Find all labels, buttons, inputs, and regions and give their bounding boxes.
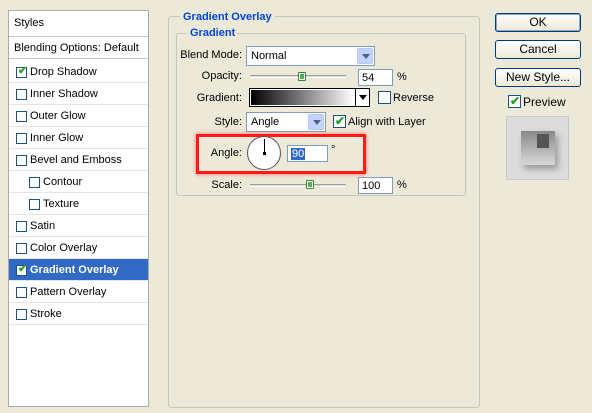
style-preview-thumbnail xyxy=(506,116,569,180)
style-item-label: Color Overlay xyxy=(30,242,98,254)
preview-checkbox[interactable]: ✔ xyxy=(508,94,521,108)
cancel-button[interactable]: Cancel xyxy=(495,40,581,59)
style-item-stroke[interactable]: Stroke xyxy=(9,303,148,325)
opacity-value: 54 xyxy=(362,72,375,84)
blending-options-item[interactable]: Blending Options: Default xyxy=(9,37,148,59)
angle-value: 90 xyxy=(291,148,306,160)
outer-glow-checkbox[interactable] xyxy=(16,111,27,122)
group-title: Gradient Overlay xyxy=(180,11,275,23)
blend-mode-value: Normal xyxy=(251,50,287,62)
style-item-label: Outer Glow xyxy=(30,110,86,122)
scale-slider[interactable] xyxy=(250,184,346,187)
gradient-overlay-checkbox[interactable]: ✔ xyxy=(16,263,28,276)
angle-hub xyxy=(263,152,266,155)
style-item-label: Texture xyxy=(43,198,80,210)
blend-mode-select[interactable]: Normal xyxy=(246,46,375,66)
styles-list-panel: Styles Blending Options: Default ✔ Drop … xyxy=(8,10,149,407)
align-with-layer-checkbox[interactable]: ✔ xyxy=(333,114,346,128)
stroke-checkbox[interactable] xyxy=(16,309,27,320)
satin-checkbox[interactable] xyxy=(16,221,27,232)
opacity-unit: % xyxy=(397,71,407,83)
style-item-gradient-overlay[interactable]: ✔ Gradient Overlay xyxy=(9,259,148,281)
scale-slider-thumb[interactable] xyxy=(306,180,315,189)
texture-checkbox[interactable] xyxy=(29,199,40,210)
angle-input[interactable]: 90 xyxy=(287,145,328,162)
color-overlay-checkbox[interactable] xyxy=(16,243,27,254)
style-item-contour[interactable]: Contour xyxy=(9,171,148,193)
opacity-input[interactable]: 54 xyxy=(358,69,393,86)
style-item-inner-glow[interactable]: Inner Glow xyxy=(9,127,148,149)
reverse-checkbox[interactable] xyxy=(378,91,391,104)
preview-label: Preview xyxy=(523,95,566,109)
style-item-color-overlay[interactable]: Color Overlay xyxy=(9,237,148,259)
checkmark-icon: ✔ xyxy=(510,94,521,108)
style-item-inner-shadow[interactable]: Inner Shadow xyxy=(9,83,148,105)
style-label: Style: xyxy=(214,116,242,128)
new-style-button[interactable]: New Style... xyxy=(495,68,581,87)
gradient-preview[interactable] xyxy=(251,90,354,105)
gradient-label: Gradient: xyxy=(196,92,242,104)
checkmark-icon: ✔ xyxy=(335,114,346,128)
style-value: Angle xyxy=(251,116,280,128)
checkmark-icon: ✔ xyxy=(18,65,28,77)
drop-shadow-checkbox[interactable]: ✔ xyxy=(16,65,28,78)
align-with-layer-label: Align with Layer xyxy=(348,116,426,128)
inner-glow-checkbox[interactable] xyxy=(16,133,27,144)
inner-shadow-checkbox[interactable] xyxy=(16,89,27,100)
style-item-pattern-overlay[interactable]: Pattern Overlay xyxy=(9,281,148,303)
scale-value: 100 xyxy=(362,180,381,192)
styles-header[interactable]: Styles xyxy=(9,11,148,37)
style-item-label: Pattern Overlay xyxy=(30,286,107,298)
style-item-label: Inner Shadow xyxy=(30,88,98,100)
angle-dial[interactable] xyxy=(247,136,281,170)
chevron-down-icon[interactable] xyxy=(355,89,369,106)
pattern-overlay-checkbox[interactable] xyxy=(16,287,27,298)
scale-label: Scale: xyxy=(211,179,242,191)
style-item-label: Gradient Overlay xyxy=(30,264,119,276)
style-item-label: Satin xyxy=(30,220,56,232)
style-select[interactable]: Angle xyxy=(246,112,326,132)
scale-input[interactable]: 100 xyxy=(358,177,393,194)
reverse-label: Reverse xyxy=(393,92,434,104)
preview-swatch xyxy=(521,131,555,165)
blend-mode-label: Blend Mode: xyxy=(180,49,242,61)
bevel-emboss-checkbox[interactable] xyxy=(16,155,27,166)
gradient-picker[interactable] xyxy=(249,88,370,107)
angle-unit: ° xyxy=(331,144,336,156)
style-item-satin[interactable]: Satin xyxy=(9,215,148,237)
style-item-label: Contour xyxy=(43,176,83,188)
style-item-label: Inner Glow xyxy=(30,132,84,144)
angle-label: Angle: xyxy=(210,147,242,159)
style-item-outer-glow[interactable]: Outer Glow xyxy=(9,105,148,127)
checkmark-icon: ✔ xyxy=(18,263,28,275)
style-item-label: Bevel and Emboss xyxy=(30,154,122,166)
style-item-label: Drop Shadow xyxy=(30,66,97,78)
style-item-bevel-emboss[interactable]: Bevel and Emboss xyxy=(9,149,148,171)
ok-button[interactable]: OK xyxy=(495,13,581,32)
style-item-drop-shadow[interactable]: ✔ Drop Shadow xyxy=(9,61,148,83)
chevron-down-icon xyxy=(308,114,324,130)
scale-unit: % xyxy=(397,179,407,191)
section-title: Gradient xyxy=(187,27,239,39)
opacity-slider-thumb[interactable] xyxy=(297,72,306,81)
chevron-down-icon xyxy=(357,48,373,64)
style-item-texture[interactable]: Texture xyxy=(9,193,148,215)
style-item-label: Stroke xyxy=(30,308,62,320)
opacity-label: Opacity: xyxy=(201,70,242,82)
contour-checkbox[interactable] xyxy=(29,177,40,188)
